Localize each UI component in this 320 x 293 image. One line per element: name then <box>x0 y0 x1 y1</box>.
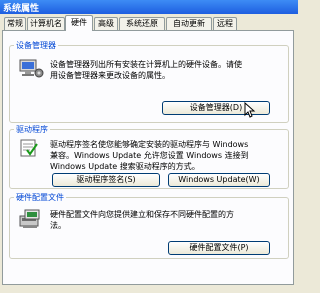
hardware-profiles-group: 硬件配置文件 硬件配置文件向您提供建立和保存不同硬件配置的方 法。 硬件配置文件… <box>9 192 289 259</box>
device-manager-description-line1: 设备管理器列出所有安装在计算机上的硬件设备。请使 <box>50 60 242 69</box>
drivers-description-line3: Windows Update 搜索驱动程序的方式。 <box>50 162 200 171</box>
device-manager-icon <box>19 59 44 78</box>
driver-signing-icon <box>20 139 38 157</box>
hardware-profiles-description-line2: 法。 <box>50 221 66 230</box>
drivers-description-line1: 驱动程序签名使您能够确定安装的驱动程序与 Windows <box>50 140 249 149</box>
mouse-pointer-icon <box>244 102 256 118</box>
driver-signing-button[interactable]: 驱动程序签名(S) <box>52 173 160 187</box>
tab-system-restore[interactable]: 系统还原 <box>119 17 165 30</box>
hardware-tab-panel: 设备管理器 设备管理器列出所有安装在计算机上的硬件设备。请使 用设备管理器来更改… <box>2 30 294 285</box>
tab-general[interactable]: 常规 <box>4 17 26 30</box>
tab-remote[interactable]: 远程 <box>213 17 237 30</box>
drivers-group-title: 驱动程序 <box>14 124 50 135</box>
drivers-description-line2: 兼容。Windows Update 允许您设置 Windows 连接到 <box>50 151 249 160</box>
device-manager-group-title: 设备管理器 <box>14 40 58 51</box>
windows-update-button[interactable]: Windows Update(W) <box>168 173 270 187</box>
drivers-group: 驱动程序 驱动程序签名使您能够确定安装的驱动程序与 Windows 兼容。Win… <box>9 124 289 189</box>
tab-strip: 常规 计算机名 硬件 高级 系统还原 自动更新 远程 <box>4 15 294 31</box>
window-title: 系统属性 <box>3 4 40 14</box>
tab-hardware[interactable]: 硬件 <box>65 15 93 31</box>
hardware-profiles-group-title: 硬件配置文件 <box>14 192 66 203</box>
device-manager-group: 设备管理器 设备管理器列出所有安装在计算机上的硬件设备。请使 用设备管理器来更改… <box>9 40 289 123</box>
hardware-profiles-button[interactable]: 硬件配置文件(P) <box>168 241 270 255</box>
device-manager-description-line2: 用设备管理器来更改设备的属性。 <box>50 71 170 80</box>
tab-automatic-updates[interactable]: 自动更新 <box>166 17 212 30</box>
hardware-profile-icon <box>19 209 40 228</box>
window-titlebar[interactable]: 系统属性 <box>0 0 298 14</box>
tab-computer-name[interactable]: 计算机名 <box>27 17 65 30</box>
tab-advanced[interactable]: 高级 <box>94 17 118 30</box>
hardware-profiles-description-line1: 硬件配置文件向您提供建立和保存不同硬件配置的方 <box>50 210 234 219</box>
